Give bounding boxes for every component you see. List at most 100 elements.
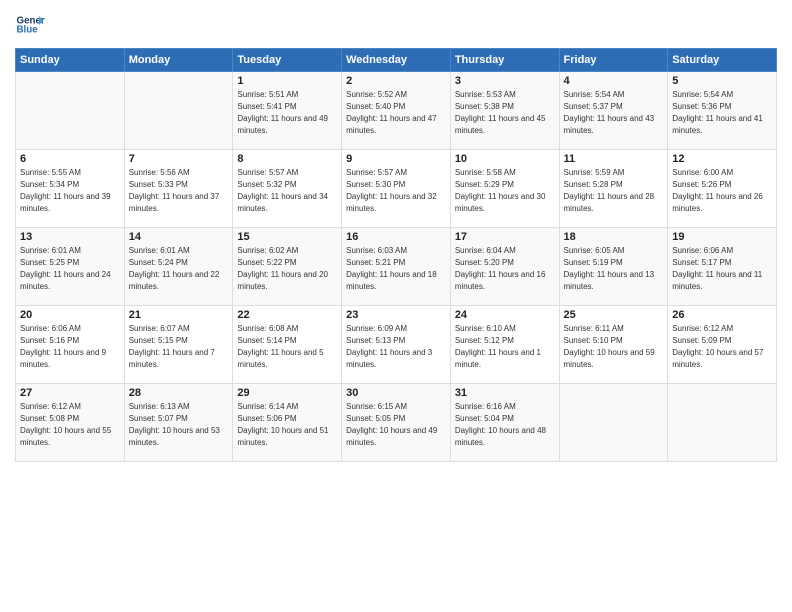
day-number: 30	[346, 387, 446, 399]
calendar-cell: 9 Sunrise: 5:57 AM Sunset: 5:30 PM Daylig…	[342, 150, 451, 228]
day-number: 23	[346, 309, 446, 321]
calendar-cell: 10 Sunrise: 5:58 AM Sunset: 5:29 PM Dayli…	[450, 150, 559, 228]
day-number: 6	[20, 153, 120, 165]
day-info: Sunrise: 5:56 AM Sunset: 5:33 PM Dayligh…	[129, 167, 229, 215]
day-info: Sunrise: 6:07 AM Sunset: 5:15 PM Dayligh…	[129, 323, 229, 371]
day-number: 20	[20, 309, 120, 321]
day-info: Sunrise: 6:06 AM Sunset: 5:16 PM Dayligh…	[20, 323, 120, 371]
calendar-cell: 3 Sunrise: 5:53 AM Sunset: 5:38 PM Daylig…	[450, 72, 559, 150]
day-info: Sunrise: 6:11 AM Sunset: 5:10 PM Dayligh…	[564, 323, 664, 371]
calendar-cell: 7 Sunrise: 5:56 AM Sunset: 5:33 PM Daylig…	[124, 150, 233, 228]
calendar-cell: 23Sunrise: 6:09 AM Sunset: 5:13 PM Dayli…	[342, 306, 451, 384]
day-info: Sunrise: 6:12 AM Sunset: 5:09 PM Dayligh…	[672, 323, 772, 371]
day-number: 7	[129, 153, 229, 165]
calendar-cell: 14 Sunrise: 6:01 AM Sunset: 5:24 PM Dayli…	[124, 228, 233, 306]
day-number: 18	[564, 231, 664, 243]
day-number: 26	[672, 309, 772, 321]
logo-icon: General Blue	[15, 10, 45, 40]
day-info: Sunrise: 5:53 AM Sunset: 5:38 PM Dayligh…	[455, 89, 555, 137]
day-number: 21	[129, 309, 229, 321]
calendar-cell: 2Sunrise: 5:52 AM Sunset: 5:40 PM Daylig…	[342, 72, 451, 150]
calendar-cell: 21 Sunrise: 6:07 AM Sunset: 5:15 PM Dayli…	[124, 306, 233, 384]
calendar-cell	[124, 72, 233, 150]
day-info: Sunrise: 5:54 AM Sunset: 5:36 PM Dayligh…	[672, 89, 772, 137]
weekday-header-wednesday: Wednesday	[342, 49, 451, 72]
day-number: 5	[672, 75, 772, 87]
calendar-cell: 13 Sunrise: 6:01 AM Sunset: 5:25 PM Dayli…	[16, 228, 125, 306]
weekday-header-thursday: Thursday	[450, 49, 559, 72]
calendar-cell: 4 Sunrise: 5:54 AM Sunset: 5:37 PM Daylig…	[559, 72, 668, 150]
day-info: Sunrise: 5:59 AM Sunset: 5:28 PM Dayligh…	[564, 167, 664, 215]
day-number: 16	[346, 231, 446, 243]
calendar-cell	[668, 384, 777, 462]
day-info: Sunrise: 6:00 AM Sunset: 5:26 PM Dayligh…	[672, 167, 772, 215]
day-info: Sunrise: 5:58 AM Sunset: 5:29 PM Dayligh…	[455, 167, 555, 215]
day-number: 9	[346, 153, 446, 165]
svg-text:Blue: Blue	[17, 25, 39, 36]
calendar-cell: 22Sunrise: 6:08 AM Sunset: 5:14 PM Dayli…	[233, 306, 342, 384]
week-row-2: 6 Sunrise: 5:55 AM Sunset: 5:34 PM Daylig…	[16, 150, 777, 228]
week-row-5: 27 Sunrise: 6:12 AM Sunset: 5:08 PM Dayli…	[16, 384, 777, 462]
calendar-cell	[16, 72, 125, 150]
day-info: Sunrise: 6:12 AM Sunset: 5:08 PM Dayligh…	[20, 401, 120, 449]
calendar-cell: 24Sunrise: 6:10 AM Sunset: 5:12 PM Dayli…	[450, 306, 559, 384]
calendar-cell: 28Sunrise: 6:13 AM Sunset: 5:07 PM Dayli…	[124, 384, 233, 462]
day-info: Sunrise: 5:52 AM Sunset: 5:40 PM Dayligh…	[346, 89, 446, 137]
calendar-cell: 27 Sunrise: 6:12 AM Sunset: 5:08 PM Dayli…	[16, 384, 125, 462]
calendar-page: General Blue SundayMondayTuesdayWednesda…	[0, 0, 792, 612]
day-number: 31	[455, 387, 555, 399]
header: General Blue	[15, 10, 777, 40]
day-number: 13	[20, 231, 120, 243]
day-info: Sunrise: 6:08 AM Sunset: 5:14 PM Dayligh…	[237, 323, 337, 371]
day-info: Sunrise: 6:16 AM Sunset: 5:04 PM Dayligh…	[455, 401, 555, 449]
weekday-header-row: SundayMondayTuesdayWednesdayThursdayFrid…	[16, 49, 777, 72]
day-number: 11	[564, 153, 664, 165]
calendar-cell: 5 Sunrise: 5:54 AM Sunset: 5:36 PM Daylig…	[668, 72, 777, 150]
day-info: Sunrise: 6:06 AM Sunset: 5:17 PM Dayligh…	[672, 245, 772, 293]
day-number: 3	[455, 75, 555, 87]
day-info: Sunrise: 6:03 AM Sunset: 5:21 PM Dayligh…	[346, 245, 446, 293]
day-info: Sunrise: 6:04 AM Sunset: 5:20 PM Dayligh…	[455, 245, 555, 293]
calendar-cell: 26 Sunrise: 6:12 AM Sunset: 5:09 PM Dayli…	[668, 306, 777, 384]
day-info: Sunrise: 6:01 AM Sunset: 5:24 PM Dayligh…	[129, 245, 229, 293]
weekday-header-sunday: Sunday	[16, 49, 125, 72]
day-number: 27	[20, 387, 120, 399]
week-row-4: 20 Sunrise: 6:06 AM Sunset: 5:16 PM Dayli…	[16, 306, 777, 384]
day-info: Sunrise: 6:14 AM Sunset: 5:06 PM Dayligh…	[237, 401, 337, 449]
day-info: Sunrise: 5:57 AM Sunset: 5:30 PM Dayligh…	[346, 167, 446, 215]
day-number: 12	[672, 153, 772, 165]
weekday-header-friday: Friday	[559, 49, 668, 72]
logo: General Blue	[15, 10, 45, 40]
day-number: 14	[129, 231, 229, 243]
calendar-cell: 19 Sunrise: 6:06 AM Sunset: 5:17 PM Dayli…	[668, 228, 777, 306]
day-info: Sunrise: 6:02 AM Sunset: 5:22 PM Dayligh…	[237, 245, 337, 293]
day-number: 10	[455, 153, 555, 165]
day-number: 25	[564, 309, 664, 321]
day-info: Sunrise: 5:51 AM Sunset: 5:41 PM Dayligh…	[237, 89, 337, 137]
calendar-cell: 20 Sunrise: 6:06 AM Sunset: 5:16 PM Dayli…	[16, 306, 125, 384]
weekday-header-monday: Monday	[124, 49, 233, 72]
day-number: 28	[129, 387, 229, 399]
day-number: 4	[564, 75, 664, 87]
day-info: Sunrise: 6:15 AM Sunset: 5:05 PM Dayligh…	[346, 401, 446, 449]
day-number: 19	[672, 231, 772, 243]
day-info: Sunrise: 5:55 AM Sunset: 5:34 PM Dayligh…	[20, 167, 120, 215]
day-number: 15	[237, 231, 337, 243]
calendar-cell: 11 Sunrise: 5:59 AM Sunset: 5:28 PM Dayli…	[559, 150, 668, 228]
calendar-cell	[559, 384, 668, 462]
day-number: 8	[237, 153, 337, 165]
calendar-cell: 29Sunrise: 6:14 AM Sunset: 5:06 PM Dayli…	[233, 384, 342, 462]
calendar-cell: 31 Sunrise: 6:16 AM Sunset: 5:04 PM Dayli…	[450, 384, 559, 462]
calendar-cell: 30 Sunrise: 6:15 AM Sunset: 5:05 PM Dayli…	[342, 384, 451, 462]
day-info: Sunrise: 6:05 AM Sunset: 5:19 PM Dayligh…	[564, 245, 664, 293]
day-info: Sunrise: 5:54 AM Sunset: 5:37 PM Dayligh…	[564, 89, 664, 137]
calendar-cell: 16 Sunrise: 6:03 AM Sunset: 5:21 PM Dayli…	[342, 228, 451, 306]
day-number: 1	[237, 75, 337, 87]
calendar-cell: 1 Sunrise: 5:51 AM Sunset: 5:41 PM Daylig…	[233, 72, 342, 150]
calendar-cell: 18 Sunrise: 6:05 AM Sunset: 5:19 PM Dayli…	[559, 228, 668, 306]
calendar-table: SundayMondayTuesdayWednesdayThursdayFrid…	[15, 48, 777, 462]
day-info: Sunrise: 6:01 AM Sunset: 5:25 PM Dayligh…	[20, 245, 120, 293]
day-info: Sunrise: 5:57 AM Sunset: 5:32 PM Dayligh…	[237, 167, 337, 215]
day-info: Sunrise: 6:10 AM Sunset: 5:12 PM Dayligh…	[455, 323, 555, 371]
calendar-cell: 8 Sunrise: 5:57 AM Sunset: 5:32 PM Daylig…	[233, 150, 342, 228]
